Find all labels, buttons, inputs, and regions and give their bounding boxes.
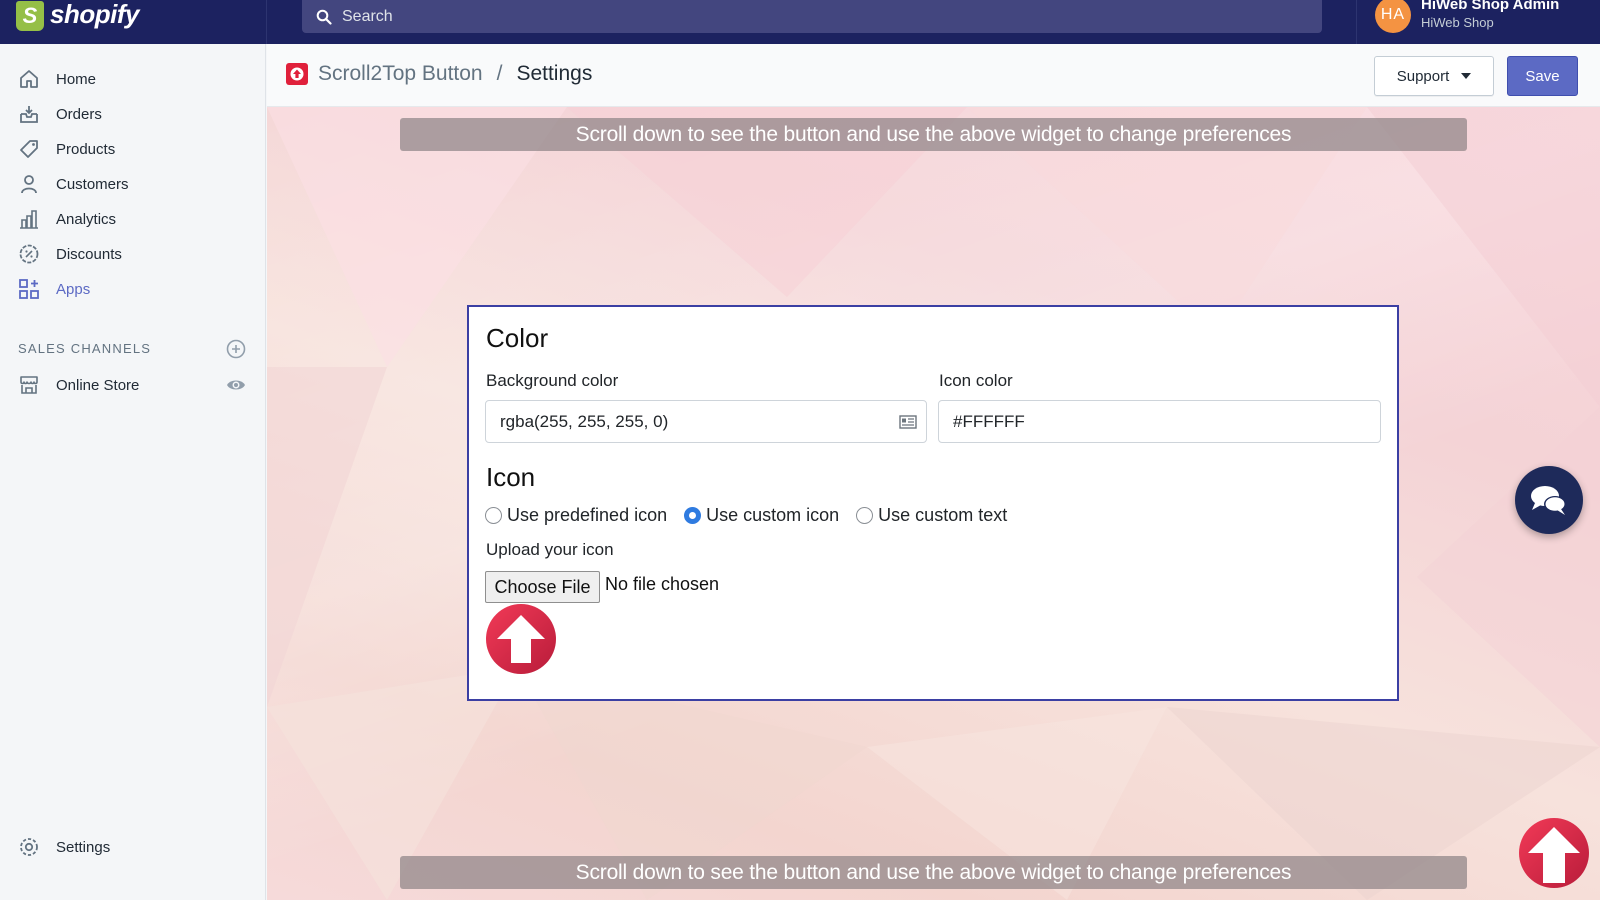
apps-icon — [18, 278, 40, 300]
bar-chart-icon — [18, 208, 40, 230]
search-icon — [316, 9, 332, 25]
support-label: Support — [1396, 67, 1450, 85]
info-banner-top: Scroll down to see the button and use th… — [400, 118, 1467, 151]
background-color-value: rgba(255, 255, 255, 0) — [500, 411, 669, 431]
sidebar-item-settings[interactable]: Settings — [0, 830, 266, 864]
store-icon — [18, 374, 40, 396]
icon-color-label: Icon color — [939, 371, 1013, 390]
color-picker-icon[interactable] — [899, 415, 917, 429]
radio-predefined-icon[interactable] — [485, 507, 502, 524]
radio-custom-text[interactable] — [856, 507, 874, 524]
color-heading: Color — [486, 323, 549, 353]
icon-type-radio-group: Use predefined icon Use custom icon Use … — [485, 505, 1024, 526]
search-placeholder: Search — [342, 7, 393, 25]
sidebar-item-label: Products — [56, 140, 116, 158]
sidebar-item-analytics[interactable]: Analytics — [0, 202, 266, 236]
sidebar-item-apps[interactable]: Apps — [0, 272, 266, 306]
chat-bubbles-icon — [1531, 486, 1566, 515]
info-banner-bottom: Scroll down to see the button and use th… — [400, 856, 1467, 889]
sidebar-item-label: Discounts — [56, 245, 122, 263]
sidebar-item-label: Orders — [56, 105, 102, 123]
icon-color-value: #FFFFFF — [953, 411, 1025, 431]
sidebar-item-label: Online Store — [56, 376, 140, 394]
upload-icon-label: Upload your icon — [486, 540, 614, 559]
sidebar-item-label: Customers — [56, 175, 129, 193]
page-title: Settings — [516, 62, 593, 85]
sidebar-item-orders[interactable]: Orders — [0, 97, 266, 131]
radio-label-custom-text[interactable]: Use custom text — [878, 505, 1007, 526]
top-bar: S shopify Search HA HiWeb Shop Admin HiW… — [0, 0, 1600, 44]
user-shop-name: HiWeb Shop — [1421, 15, 1494, 30]
page-header: Scroll2Top Button / Settings Support Sav… — [267, 44, 1600, 107]
gear-icon — [18, 836, 40, 858]
user-name: HiWeb Shop Admin — [1421, 0, 1560, 13]
shopify-bag-icon: S — [16, 1, 44, 31]
background-color-input[interactable]: rgba(255, 255, 255, 0) — [485, 400, 927, 443]
shopify-logo[interactable]: S shopify — [16, 0, 266, 44]
sidebar: Home Orders Products Customers Analytics… — [0, 44, 266, 900]
shopify-wordmark: shopify — [50, 0, 139, 29]
person-icon — [18, 173, 40, 195]
sidebar-item-label: Analytics — [56, 210, 117, 228]
radio-label-custom-icon[interactable]: Use custom icon — [706, 505, 839, 526]
app-canvas: Scroll down to see the button and use th… — [267, 107, 1600, 900]
chat-widget-button[interactable] — [1515, 466, 1583, 534]
discount-icon — [18, 243, 40, 265]
sidebar-item-customers[interactable]: Customers — [0, 167, 266, 201]
scroll-to-top-button[interactable] — [1518, 817, 1590, 889]
settings-panel: Color Background color rgba(255, 255, 25… — [467, 305, 1399, 701]
radio-label-predefined[interactable]: Use predefined icon — [507, 505, 667, 526]
breadcrumb-app-link[interactable]: Scroll2Top Button — [318, 62, 483, 86]
sidebar-item-label: Settings — [56, 838, 111, 856]
icon-color-input[interactable]: #FFFFFF — [938, 400, 1381, 443]
caret-down-icon — [1461, 73, 1472, 79]
icon-heading: Icon — [486, 462, 536, 492]
search-bar[interactable]: Search — [302, 0, 1322, 33]
breadcrumb-separator: / — [496, 62, 503, 85]
topbar-divider — [266, 0, 267, 44]
home-icon — [18, 68, 40, 90]
file-status-text: No file chosen — [605, 574, 720, 594]
radio-custom-icon[interactable] — [684, 507, 702, 524]
tag-icon — [18, 138, 40, 160]
support-button[interactable]: Support — [1374, 56, 1494, 96]
sidebar-item-home[interactable]: Home — [0, 62, 266, 96]
view-store-eye-icon[interactable] — [226, 375, 246, 395]
uploaded-arrow-up-icon — [486, 604, 556, 674]
sidebar-item-products[interactable]: Products — [0, 132, 266, 166]
sidebar-item-discounts[interactable]: Discounts — [0, 237, 266, 271]
topbar-divider — [1356, 0, 1357, 44]
avatar: HA — [1375, 0, 1411, 33]
orders-icon — [18, 103, 40, 125]
background-color-label: Background color — [486, 371, 619, 390]
app-logo-icon — [286, 63, 308, 85]
choose-file-button[interactable]: Choose File — [485, 571, 600, 603]
add-sales-channel-icon[interactable] — [226, 339, 246, 359]
sales-channels-title: SALES CHANNELS — [18, 341, 152, 356]
sidebar-item-label: Home — [56, 70, 97, 88]
save-button[interactable]: Save — [1507, 56, 1578, 96]
user-menu[interactable]: HA HiWeb Shop Admin HiWeb Shop — [1375, 0, 1559, 36]
breadcrumb: Scroll2Top Button / Settings — [286, 62, 592, 86]
sidebar-item-label: Apps — [56, 280, 91, 298]
